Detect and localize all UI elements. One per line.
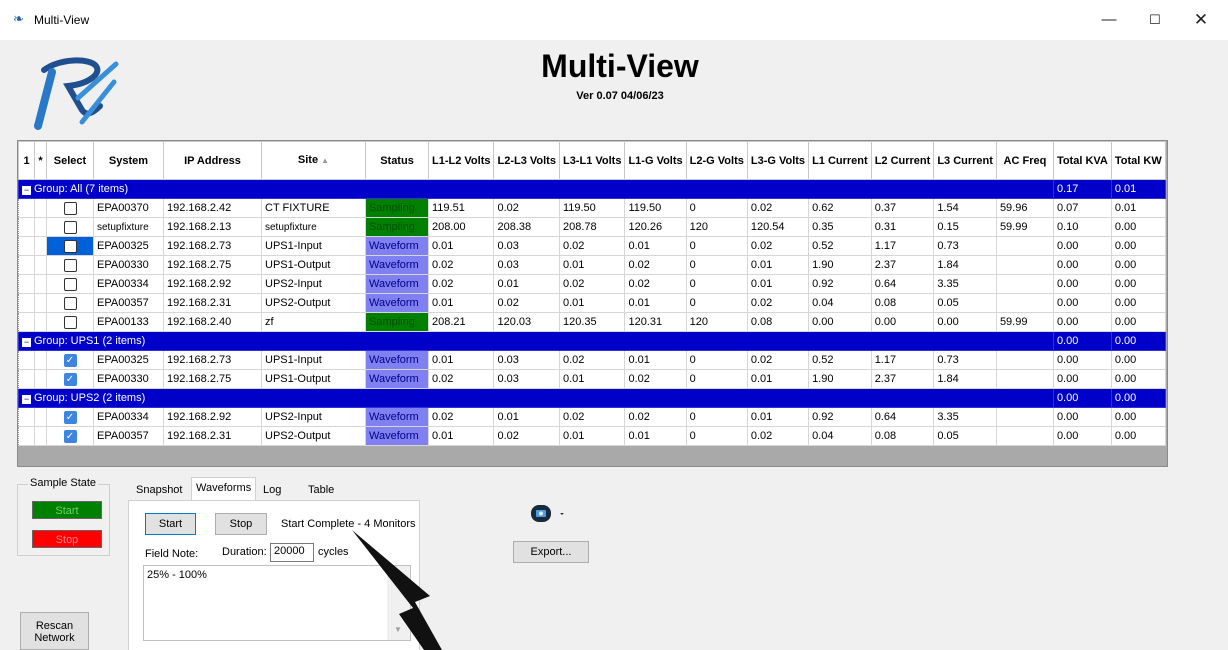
annotation-arrow	[352, 530, 442, 650]
